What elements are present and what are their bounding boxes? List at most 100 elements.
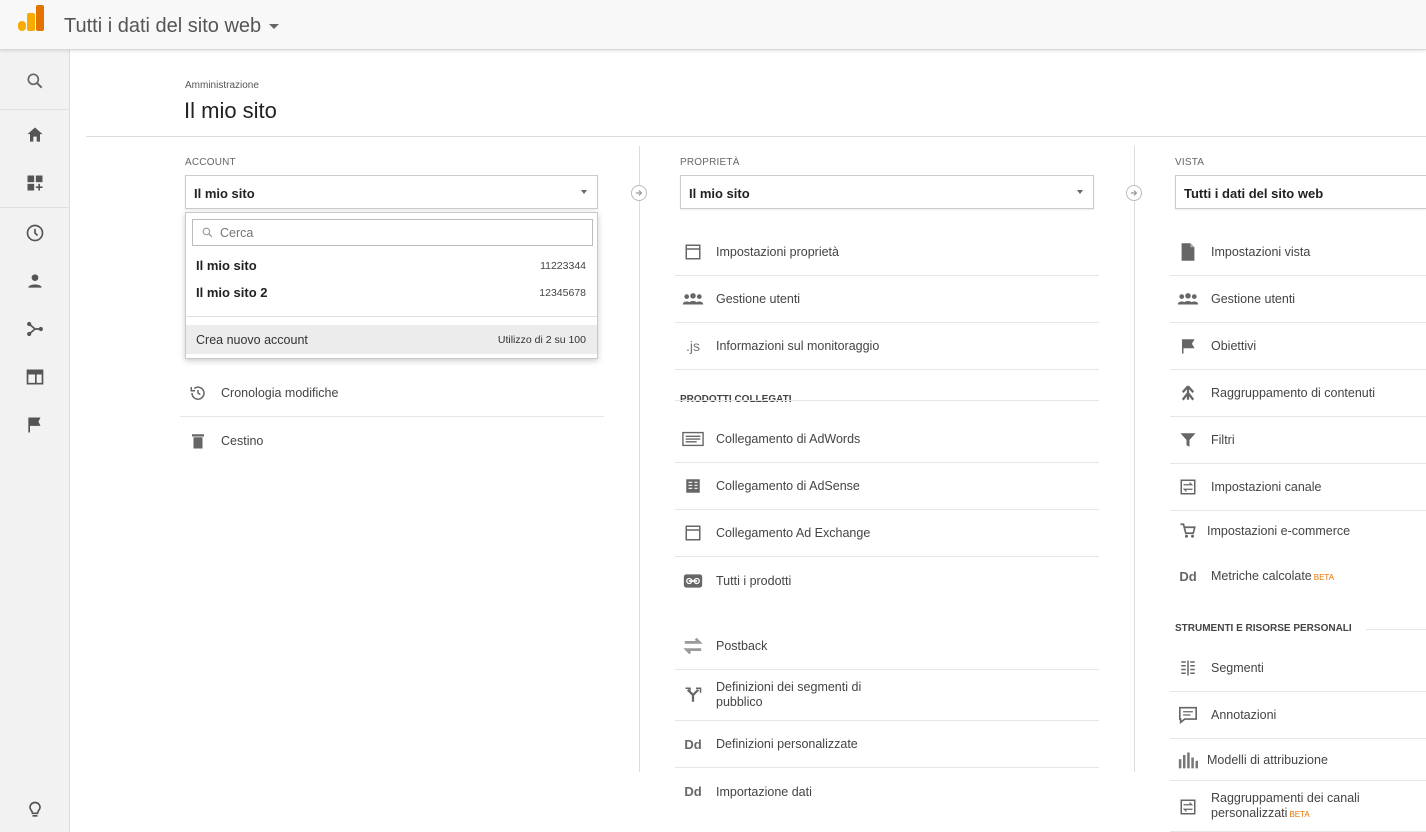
menu-item-gestione-utenti[interactable]: Gestione utenti xyxy=(675,276,1099,323)
search-icon[interactable] xyxy=(0,59,70,103)
menu-item-informazioni-monitoraggio[interactable]: .js Informazioni sul monitoraggio xyxy=(675,323,1099,370)
menu-item-label: Informazioni sul monitoraggio xyxy=(716,339,880,353)
menu-item-label: Definizioni personalizzate xyxy=(716,737,858,751)
comment-icon xyxy=(1176,703,1200,727)
account-label: ACCOUNT xyxy=(185,157,236,168)
lightbulb-icon[interactable] xyxy=(0,788,70,832)
link-icon xyxy=(681,569,705,593)
adwords-icon xyxy=(681,427,705,451)
menu-item-metriche-calcolate[interactable]: Dd Metriche calcolate BETA xyxy=(1170,554,1426,598)
users-icon xyxy=(1176,287,1200,311)
menu-item-label: Postback xyxy=(716,639,768,653)
site-selector-label: Tutti i dati del sito web xyxy=(64,15,262,37)
menu-item-text: Raggruppamenti dei canali personalizzati xyxy=(1211,791,1360,820)
menu-item-label: Segmenti xyxy=(1211,661,1264,675)
account-dropdown: Il mio sito 11223344 Il mio sito 2 12345… xyxy=(185,212,598,359)
person-icon[interactable] xyxy=(0,259,70,303)
menu-item-label: Impostazioni canale xyxy=(1211,480,1322,494)
menu-item-label: Collegamento di AdWords xyxy=(716,432,861,446)
menu-item-impostazioni-canale[interactable]: Impostazioni canale xyxy=(1170,464,1426,511)
dd-icon: Dd xyxy=(681,780,705,804)
account-option[interactable]: Il mio sito 11223344 xyxy=(186,252,597,279)
breadcrumb: Amministrazione xyxy=(185,80,259,91)
left-nav xyxy=(0,50,70,832)
site-selector[interactable]: Tutti i dati del sito web xyxy=(64,15,280,38)
menu-item-impostazioni-proprieta[interactable]: Impostazioni proprietà xyxy=(675,229,1099,276)
property-select[interactable]: Il mio sito xyxy=(680,175,1094,209)
dd-icon: Dd xyxy=(1176,564,1200,588)
menu-item-label: Definizioni dei segmenti di pubblico xyxy=(716,680,862,709)
menu-item-raggruppamenti-canali[interactable]: Raggruppamenti dei canali personalizzati… xyxy=(1170,782,1426,832)
menu-item-cronologia-modifiche[interactable]: Cronologia modifiche xyxy=(180,370,604,417)
page-title: Il mio sito xyxy=(184,98,277,123)
menu-item-annotazioni[interactable]: Annotazioni xyxy=(1170,692,1426,739)
menu-item-segmenti[interactable]: Segmenti xyxy=(1170,645,1426,692)
menu-item-adsense[interactable]: Collegamento di AdSense xyxy=(675,463,1099,510)
adsense-icon xyxy=(681,474,705,498)
property-select-value: Il mio sito xyxy=(689,186,750,201)
fork-icon xyxy=(681,683,705,707)
dd-icon: Dd xyxy=(681,732,705,756)
menu-item-postback[interactable]: Postback xyxy=(675,623,1099,670)
menu-item-impostazioni-vista[interactable]: Impostazioni vista xyxy=(1170,229,1426,276)
menu-item-label: Cestino xyxy=(221,433,264,448)
home-icon[interactable] xyxy=(0,113,70,157)
menu-item-segmenti-pubblico[interactable]: Definizioni dei segmenti di pubblico xyxy=(675,670,1099,721)
flag-icon[interactable] xyxy=(0,403,70,447)
account-option-name: Il mio sito xyxy=(196,258,257,273)
search-icon xyxy=(202,227,213,238)
menu-item-label: Obiettivi xyxy=(1211,339,1257,353)
menu-item-label: Raggruppamenti dei canali personalizzati… xyxy=(1211,791,1381,822)
menu-item-label: Annotazioni xyxy=(1211,708,1277,722)
account-option-id: 12345678 xyxy=(539,286,586,299)
acquisition-icon[interactable] xyxy=(0,307,70,351)
analytics-logo-icon[interactable] xyxy=(18,5,46,33)
channel-icon xyxy=(1176,475,1200,499)
menu-item-label: Importazione dati xyxy=(716,784,812,799)
create-account-button[interactable]: Crea nuovo account Utilizzo di 2 su 100 xyxy=(186,325,597,354)
menu-item-modelli-attribuzione[interactable]: Modelli di attribuzione xyxy=(1170,739,1426,781)
menu-item-obiettivi[interactable]: Obiettivi xyxy=(1170,323,1426,370)
menu-item-label: Raggruppamento di contenuti xyxy=(1211,386,1376,400)
js-icon: .js xyxy=(681,334,705,358)
create-account-label: Crea nuovo account xyxy=(196,332,308,347)
menu-item-definizioni-personalizzate[interactable]: Dd Definizioni personalizzate xyxy=(675,721,1099,768)
menu-item-impostazioni-ecommerce[interactable]: Impostazioni e-commerce xyxy=(1170,510,1426,552)
menu-item-tutti-prodotti[interactable]: Tutti i prodotti xyxy=(675,557,1099,604)
menu-item-importazione-dati[interactable]: Dd Importazione dati xyxy=(675,768,1099,815)
menu-item-filtri[interactable]: Filtri xyxy=(1170,417,1426,464)
clock-icon[interactable] xyxy=(0,211,70,255)
menu-item-cestino[interactable]: Cestino xyxy=(180,417,604,464)
dd-glyph: Dd xyxy=(684,784,702,799)
menu-item-label: Collegamento Ad Exchange xyxy=(716,526,871,540)
menu-item-gestione-utenti-vista[interactable]: Gestione utenti xyxy=(1170,276,1426,323)
menu-item-label: Impostazioni vista xyxy=(1211,245,1311,259)
menu-item-label: Modelli di attribuzione xyxy=(1207,752,1328,767)
behavior-icon[interactable] xyxy=(0,355,70,399)
window-icon xyxy=(681,240,705,264)
account-search-input[interactable] xyxy=(220,225,580,240)
history-icon xyxy=(186,381,210,405)
menu-item-label: Impostazioni proprietà xyxy=(716,245,839,259)
arrow-right-icon xyxy=(1126,185,1142,201)
cart-icon xyxy=(1176,519,1200,543)
menu-item-label: Metriche calcolate BETA xyxy=(1211,569,1334,583)
menu-item-ad-exchange[interactable]: Collegamento Ad Exchange xyxy=(675,510,1099,557)
menu-item-label: Tutti i prodotti xyxy=(716,573,792,588)
document-icon xyxy=(1176,240,1200,264)
account-search-field[interactable] xyxy=(192,219,593,246)
beta-badge: BETA xyxy=(1289,810,1310,819)
account-select[interactable]: Il mio sito xyxy=(185,175,598,209)
menu-item-adwords[interactable]: Collegamento di AdWords xyxy=(675,416,1099,463)
beta-badge: BETA xyxy=(1313,573,1335,582)
menu-item-label: Gestione utenti xyxy=(1211,292,1296,306)
bars-icon xyxy=(1176,748,1200,772)
dd-glyph: Dd xyxy=(1179,568,1197,584)
account-option-name: Il mio sito 2 xyxy=(196,285,268,300)
grouping-icon xyxy=(1176,381,1200,405)
account-select-value: Il mio sito xyxy=(194,186,255,201)
customization-icon[interactable] xyxy=(0,161,70,205)
menu-item-raggruppamento-contenuti[interactable]: Raggruppamento di contenuti xyxy=(1170,370,1426,417)
account-option[interactable]: Il mio sito 2 12345678 xyxy=(186,279,597,306)
view-select[interactable]: Tutti i dati del sito web xyxy=(1175,175,1426,209)
